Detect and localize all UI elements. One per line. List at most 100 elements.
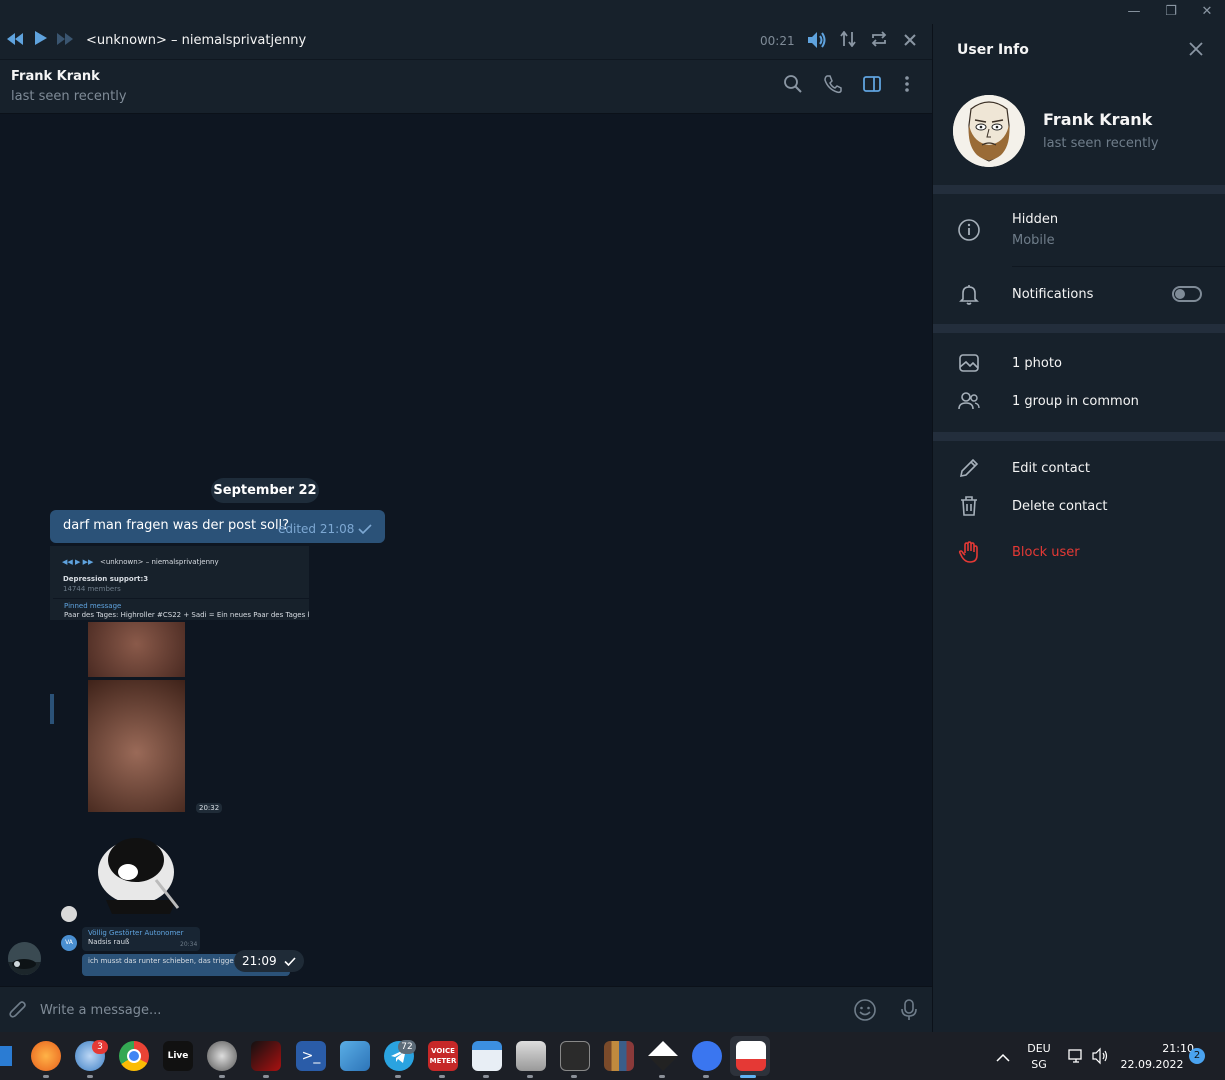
library-icon[interactable] (604, 1041, 634, 1071)
music-player-bar: <unknown> – niemalsprivatjenny 00:21 (0, 24, 932, 60)
firefox-icon[interactable] (31, 1041, 61, 1071)
delete-contact-label: Delete contact (1012, 499, 1108, 514)
terminal-icon[interactable] (560, 1041, 590, 1071)
embedded-sender-avatar: VA (61, 935, 77, 951)
inkscape-icon[interactable] (648, 1041, 678, 1071)
running-indicator (87, 1075, 93, 1078)
explorer-icon[interactable] (472, 1041, 502, 1071)
attach-icon[interactable] (8, 999, 30, 1021)
sender-avatar[interactable] (8, 942, 41, 975)
paint-app-icon[interactable] (251, 1041, 281, 1071)
trash-icon (957, 494, 981, 518)
user-info-panel: User Info Frank Krank last seen recently (932, 24, 1225, 1032)
phone-sub: Mobile (1012, 233, 1055, 248)
panel-title: User Info (957, 42, 1029, 58)
minimize-button[interactable]: — (1117, 0, 1151, 24)
profile-avatar[interactable] (953, 95, 1025, 167)
image-message-time-text: 21:09 (242, 954, 277, 968)
restore-button[interactable]: ❐ (1154, 0, 1188, 24)
groups-row[interactable]: 1 group in common (933, 386, 1225, 416)
section-separator (933, 185, 1225, 194)
call-icon[interactable] (823, 74, 847, 98)
play-icon[interactable] (30, 30, 52, 52)
groups-label: 1 group in common (1012, 394, 1139, 409)
steam-icon[interactable] (207, 1041, 237, 1071)
defender-icon[interactable] (0, 1046, 12, 1066)
clock-date[interactable]: 22.09.2022 (1120, 1058, 1184, 1071)
hand-stop-icon (957, 540, 981, 564)
voicemeeter-icon[interactable]: VOICE METER (428, 1041, 458, 1071)
chat-pane: <unknown> – niemalsprivatjenny 00:21 Fra… (0, 24, 932, 1032)
running-indicator (483, 1075, 489, 1078)
language-indicator[interactable]: DEU (1024, 1042, 1054, 1055)
microphone-icon[interactable] (897, 998, 921, 1022)
delete-contact-row[interactable]: Delete contact (933, 491, 1225, 521)
section-separator (933, 324, 1225, 333)
edit-contact-row[interactable]: Edit contact (933, 453, 1225, 483)
embedded-pinned-text: Paar des Tages: Highroller #CS22 + Sadi … (64, 611, 309, 619)
next-track-icon[interactable] (54, 30, 76, 52)
message-input[interactable] (40, 999, 820, 1021)
photos-row[interactable]: 1 photo (933, 348, 1225, 378)
phone-row[interactable]: Hidden Mobile (933, 194, 1225, 266)
embedded-sender-name: Völlig Gestörter Autonomer (88, 929, 184, 937)
close-icon[interactable] (1187, 40, 1211, 64)
photo-icon (957, 351, 981, 375)
network-icon[interactable] (1067, 1047, 1085, 1065)
embedded-sender-time: 20:34 (180, 941, 198, 948)
message-text: darf man fragen was der post soll? (63, 518, 290, 533)
embedded-photo-time: 20:32 (196, 803, 223, 813)
date-separator: September 22 (211, 478, 319, 503)
telegram-window: — ❐ ✕ <unknown> – niemalsprivatjenny 00:… (0, 0, 1225, 1032)
track-title[interactable]: <unknown> – niemalsprivatjenny (86, 33, 306, 48)
block-user-label: Block user (1012, 545, 1080, 560)
notification-center-badge[interactable]: 2 (1189, 1048, 1205, 1064)
close-player-icon[interactable] (899, 31, 921, 53)
powershell-icon[interactable]: >_ (296, 1041, 326, 1071)
section-separator (933, 432, 1225, 441)
embedded-photo-top (88, 622, 185, 677)
signal-icon[interactable] (692, 1041, 722, 1071)
emoji-icon[interactable] (853, 998, 877, 1022)
repeat-icon[interactable] (868, 31, 890, 53)
row-divider (1012, 266, 1225, 267)
playlist-order-icon[interactable] (837, 30, 859, 53)
chevron-up-icon[interactable] (996, 1048, 1014, 1064)
embedded-pinned-label: Pinned message (64, 602, 122, 610)
edit-contact-label: Edit contact (1012, 461, 1090, 476)
notes-icon[interactable] (516, 1041, 546, 1071)
read-check-icon (358, 524, 372, 534)
running-indicator (527, 1075, 533, 1078)
running-indicator (659, 1075, 665, 1078)
profile-name: Frank Krank (1043, 110, 1153, 129)
control-panel-icon[interactable] (340, 1041, 370, 1071)
search-icon[interactable] (783, 74, 807, 98)
outgoing-message[interactable]: darf man fragen was der post soll? edite… (50, 510, 385, 543)
live-icon[interactable]: Live (163, 1041, 193, 1071)
speaker-icon[interactable] (1092, 1047, 1110, 1065)
sent-check-icon (284, 957, 296, 966)
running-indicator (219, 1075, 225, 1078)
photos-label: 1 photo (1012, 356, 1062, 371)
volume-icon[interactable] (806, 31, 828, 53)
keyboard-layout[interactable]: SG (1024, 1058, 1054, 1071)
notifications-toggle[interactable] (1172, 286, 1202, 302)
window-close-button[interactable]: ✕ (1190, 0, 1224, 24)
chat-peer-name: Frank Krank (11, 69, 100, 84)
sidebar-toggle-icon[interactable] (862, 74, 886, 98)
track-separator: – (166, 33, 182, 48)
chat-header[interactable]: Frank Krank last seen recently (0, 60, 932, 114)
previous-track-icon[interactable] (4, 30, 26, 52)
embedded-reply-text: ich musst das runter schieben, das trigg… (88, 957, 259, 965)
embedded-group-name: Depression support:3 (63, 575, 149, 583)
embedded-sticker-avatar (61, 906, 77, 922)
phone-value: Hidden (1012, 212, 1059, 227)
embedded-pinned: Pinned message Paar des Tages: Highrolle… (53, 598, 309, 620)
snipping-tool-icon[interactable] (736, 1041, 766, 1071)
more-menu-icon[interactable] (897, 74, 921, 98)
block-user-row[interactable]: Block user (933, 537, 1225, 567)
screenshot-image-message[interactable]: ◀◀ ▶ ▶▶ <unknown> – niemalsprivatjenny D… (50, 546, 309, 976)
embedded-player-controls: ◀◀ ▶ ▶▶ (62, 558, 94, 566)
taskbar: 3 Live >_ 72 VOICE METER DEU SG 21:10 22… (0, 1032, 1225, 1080)
running-indicator (703, 1075, 709, 1078)
